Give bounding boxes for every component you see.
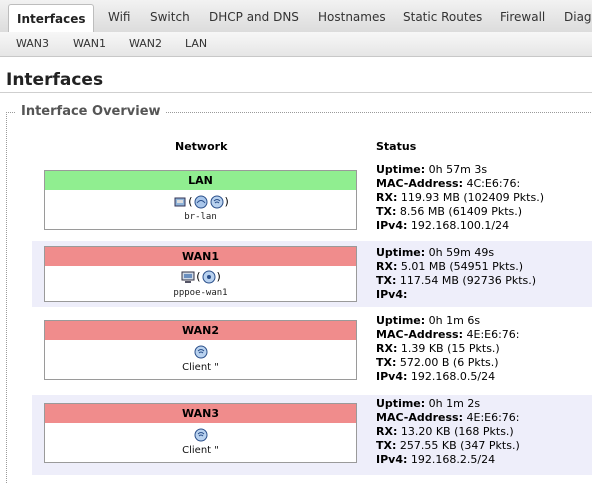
ipv4-label: IPv4: bbox=[376, 370, 408, 383]
mac-value: 4E:E6:76: bbox=[466, 328, 520, 341]
subtab-lan[interactable]: LAN bbox=[185, 32, 207, 56]
main-tabbar: Interfaces Wifi Switch DHCP and DNS Host… bbox=[0, 0, 592, 33]
mac-label: MAC-Address: bbox=[376, 328, 463, 341]
tab-wifi[interactable]: Wifi bbox=[108, 3, 131, 31]
status-wan3: Uptime: 0h 1m 2s MAC-Address: 4E:E6:76: … bbox=[376, 397, 520, 467]
rx-label: RX: bbox=[376, 425, 398, 438]
tx-label: TX: bbox=[376, 439, 397, 452]
wan3-icon-row bbox=[45, 427, 356, 443]
tab-hostnames[interactable]: Hostnames bbox=[318, 3, 386, 31]
uptime-value: 0h 57m 3s bbox=[428, 163, 488, 176]
section-legend: Interface Overview bbox=[16, 104, 166, 119]
ipv4-label: IPv4: bbox=[376, 453, 408, 466]
rx-label: RX: bbox=[376, 191, 398, 204]
tx-value: 117.54 MB (92736 Pkts.) bbox=[399, 274, 537, 287]
device-name-wan1: pppoe-wan1 bbox=[173, 288, 228, 298]
client-name-wan2: Client " bbox=[182, 362, 219, 373]
tab-static-routes[interactable]: Static Routes bbox=[403, 3, 482, 31]
rx-label: RX: bbox=[376, 260, 398, 273]
mac-label: MAC-Address: bbox=[376, 177, 463, 190]
mac-label: MAC-Address: bbox=[376, 411, 463, 424]
network-name-wan2: WAN2 bbox=[45, 321, 356, 340]
mac-value: 4E:E6:76: bbox=[466, 411, 520, 424]
rx-label: RX: bbox=[376, 342, 398, 355]
tx-value: 8.56 MB (61409 Pkts.) bbox=[399, 205, 523, 218]
status-lan: Uptime: 0h 57m 3s MAC-Address: 4C:E6:76:… bbox=[376, 163, 544, 233]
status-wan1: Uptime: 0h 59m 49s RX: 5.01 MB (54951 Pk… bbox=[376, 246, 536, 302]
tab-dhcp-and-dns[interactable]: DHCP and DNS bbox=[209, 3, 299, 31]
uptime-value: 0h 59m 49s bbox=[428, 246, 495, 259]
mac-value: 4C:E6:76: bbox=[466, 177, 521, 190]
wan1-icon-row: () bbox=[45, 269, 356, 285]
wifi-icon bbox=[194, 428, 207, 442]
tab-firewall[interactable]: Firewall bbox=[500, 3, 545, 31]
device-name-lan: br-lan bbox=[184, 212, 217, 222]
wan1-paren-close: ) bbox=[216, 270, 221, 283]
network-box-wan1[interactable]: WAN1 () pppoe-wan1 bbox=[44, 246, 357, 302]
uptime-label: Uptime: bbox=[376, 397, 426, 410]
ipv4-value: 192.168.0.5/24 bbox=[410, 370, 496, 383]
wan1-paren-open: ( bbox=[196, 270, 201, 283]
network-box-wan3[interactable]: WAN3 Client " bbox=[44, 403, 357, 463]
ipv4-value: 192.168.100.1/24 bbox=[410, 219, 510, 232]
uptime-label: Uptime: bbox=[376, 163, 426, 176]
tab-switch[interactable]: Switch bbox=[150, 3, 190, 31]
uptime-value: 0h 1m 2s bbox=[428, 397, 481, 410]
modem-icon bbox=[181, 271, 195, 283]
tx-label: TX: bbox=[376, 205, 397, 218]
status-wan2: Uptime: 0h 1m 6s MAC-Address: 4E:E6:76: … bbox=[376, 314, 520, 384]
network-box-lan[interactable]: LAN () br-lan bbox=[44, 170, 357, 230]
ipv4-value: 192.168.2.5/24 bbox=[410, 453, 496, 466]
wifi-icon bbox=[194, 345, 207, 359]
rx-value: 5.01 MB (54951 Pkts.) bbox=[400, 260, 523, 273]
network-column-header: Network bbox=[175, 140, 228, 153]
ipv4-label: IPv4: bbox=[376, 288, 408, 301]
pppoe-icon bbox=[202, 270, 215, 284]
rx-value: 13.20 KB (168 Pkts.) bbox=[400, 425, 514, 438]
bridge-icon bbox=[194, 195, 207, 209]
network-name-lan: LAN bbox=[45, 171, 356, 190]
network-name-wan3: WAN3 bbox=[45, 404, 356, 423]
tx-value: 257.55 KB (347 Pkts.) bbox=[399, 439, 520, 452]
status-column-header: Status bbox=[376, 140, 417, 153]
network-box-wan2[interactable]: WAN2 Client " bbox=[44, 320, 357, 380]
page-title: Interfaces bbox=[6, 70, 104, 90]
wan2-icon-row bbox=[45, 344, 356, 360]
lan-icon-row: () bbox=[45, 194, 356, 210]
uptime-label: Uptime: bbox=[376, 314, 426, 327]
subtab-wan1[interactable]: WAN1 bbox=[73, 32, 106, 56]
rx-value: 119.93 MB (102409 Pkts.) bbox=[400, 191, 544, 204]
tab-diagnostics[interactable]: Diag bbox=[564, 3, 592, 31]
subtab-wan3[interactable]: WAN3 bbox=[16, 32, 49, 56]
tx-value: 572.00 B (6 Pkts.) bbox=[399, 356, 499, 369]
sub-tabbar: WAN3 WAN1 WAN2 LAN bbox=[0, 32, 592, 57]
rx-value: 1.39 KB (15 Pkts.) bbox=[400, 342, 500, 355]
lan-paren-open: ( bbox=[188, 195, 193, 208]
ipv4-label: IPv4: bbox=[376, 219, 408, 232]
uptime-value: 0h 1m 6s bbox=[428, 314, 481, 327]
lan-paren-close: ) bbox=[224, 195, 229, 208]
tx-label: TX: bbox=[376, 356, 397, 369]
client-name-wan3: Client " bbox=[182, 445, 219, 456]
ethernet-icon bbox=[174, 197, 186, 207]
subtab-wan2[interactable]: WAN2 bbox=[129, 32, 162, 56]
network-name-wan1: WAN1 bbox=[45, 247, 356, 266]
uptime-label: Uptime: bbox=[376, 246, 426, 259]
tab-interfaces[interactable]: Interfaces bbox=[8, 4, 94, 32]
title-divider bbox=[0, 92, 592, 93]
tx-label: TX: bbox=[376, 274, 397, 287]
wifi-icon bbox=[210, 195, 223, 209]
